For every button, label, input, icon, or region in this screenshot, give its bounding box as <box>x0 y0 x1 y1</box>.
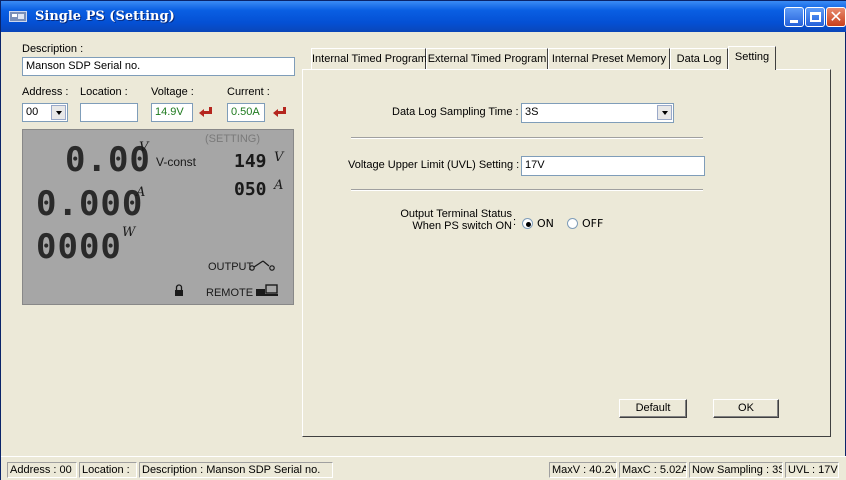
tab-internal-preset-memory[interactable]: Internal Preset Memory <box>548 48 670 70</box>
settings-panel: Data Log Sampling Time : 3S Voltage Uppe… <box>302 69 831 437</box>
status-maxc: MaxC : 5.02A <box>619 462 687 478</box>
current-label: Current : <box>227 86 270 98</box>
lcd-amps-unit: A <box>136 185 146 200</box>
lcd-set-voltage: 149 <box>234 151 267 172</box>
location-label: Location : <box>80 86 128 98</box>
lcd-setting-text: (SETTING) <box>205 133 260 145</box>
status-sampling: Now Sampling : 3S <box>689 462 783 478</box>
output-status-label-1: Output Terminal Status <box>400 208 512 220</box>
maximize-icon <box>810 12 821 22</box>
description-label: Description : <box>22 43 84 55</box>
lcd-watts-reading: 0000 <box>36 227 122 267</box>
status-address: Address : 00 <box>7 462 77 478</box>
status-description: Description : Manson SDP Serial no. <box>139 462 333 478</box>
lcd-mode-text: V-const <box>156 155 197 169</box>
output-status-label-2: When PS switch ON <box>412 220 512 232</box>
minimize-icon <box>790 20 798 23</box>
voltage-field[interactable]: 14.9V <box>151 103 193 122</box>
app-icon <box>9 11 27 22</box>
lock-icon <box>175 284 183 296</box>
lcd-remote-text: REMOTE <box>206 287 254 299</box>
radio-off[interactable] <box>567 218 578 229</box>
address-value: 00 <box>26 106 39 118</box>
status-bar: Address : 00 Location : Description : Ma… <box>1 456 846 480</box>
output-status-colon: : <box>513 216 517 228</box>
ok-button[interactable]: OK <box>713 399 779 418</box>
app-window: Single PS (Setting) ✕ Description : Mans… <box>0 0 846 480</box>
lcd-volts-unit: V <box>139 140 149 155</box>
current-field[interactable]: 0.50A <box>227 103 265 122</box>
sampling-time-label: Data Log Sampling Time : <box>392 106 519 118</box>
current-enter-icon[interactable] <box>273 107 287 117</box>
lcd-set-voltage-unit: V <box>274 150 284 165</box>
uvl-field[interactable]: 17V <box>521 156 705 176</box>
description-field[interactable]: Manson SDP Serial no. <box>22 57 295 76</box>
address-select[interactable]: 00 <box>22 103 68 122</box>
default-button[interactable]: Default <box>619 399 687 418</box>
sampling-time-select[interactable]: 3S <box>521 103 674 123</box>
lcd-volts-reading: 0.00 <box>65 140 151 180</box>
status-maxv: MaxV : 40.2V <box>549 462 617 478</box>
minimize-button[interactable] <box>784 7 804 27</box>
remote-pc-icon <box>256 284 278 296</box>
voltage-label: Voltage : <box>151 86 194 98</box>
close-button[interactable]: ✕ <box>826 7 846 27</box>
voltage-enter-icon[interactable] <box>199 107 213 117</box>
close-icon: ✕ <box>829 7 843 26</box>
lcd-watts-unit: W <box>122 225 136 240</box>
tab-internal-timed-program[interactable]: Internal Timed Program <box>311 48 427 70</box>
switch-icon <box>249 260 275 271</box>
address-label: Address : <box>22 86 69 98</box>
chevron-down-icon[interactable] <box>657 105 672 120</box>
lcd-display: 0.00 V (SETTING) V-const 149 V 0.000 A 0… <box>22 129 294 305</box>
tab-data-log[interactable]: Data Log <box>670 48 728 70</box>
lcd-set-current-unit: A <box>274 178 284 193</box>
status-uvl: UVL : 17V <box>785 462 839 478</box>
status-location: Location : <box>79 462 137 478</box>
maximize-button[interactable] <box>805 7 825 27</box>
radio-off-label[interactable]: OFF <box>582 217 603 230</box>
location-field[interactable] <box>80 103 138 122</box>
radio-on-label[interactable]: ON <box>537 217 554 230</box>
radio-on[interactable] <box>522 218 533 229</box>
divider <box>351 189 703 191</box>
tab-external-timed-program[interactable]: External Timed Program <box>426 48 548 70</box>
sampling-time-value: 3S <box>525 106 539 118</box>
lcd-set-current: 050 <box>234 179 267 200</box>
divider <box>351 137 703 139</box>
title-bar[interactable]: Single PS (Setting) ✕ <box>1 1 846 32</box>
chevron-down-icon[interactable] <box>51 105 66 120</box>
window-title: Single PS (Setting) <box>35 9 175 24</box>
lcd-amps-reading: 0.000 <box>36 184 144 224</box>
tab-setting[interactable]: Setting <box>728 46 776 70</box>
lcd-output-text: OUTPUT <box>208 261 254 273</box>
uvl-label: Voltage Upper Limit (UVL) Setting : <box>348 159 520 171</box>
